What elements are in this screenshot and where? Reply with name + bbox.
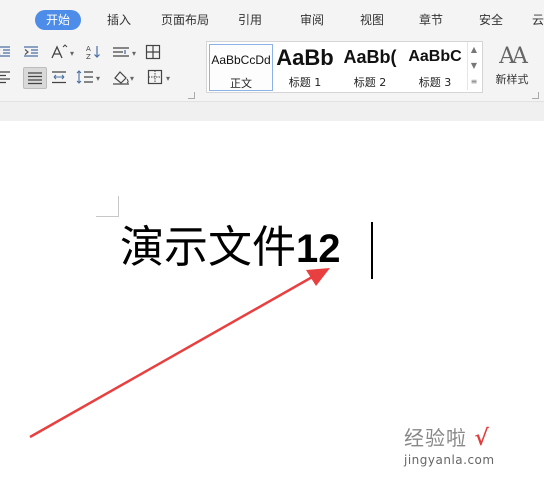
watermark-url: jingyanla.com <box>404 453 495 467</box>
arrow-head <box>306 268 330 286</box>
annotation-arrow <box>29 268 330 439</box>
arrow-shaft <box>29 274 315 439</box>
watermark-title-text: 经验啦 <box>404 426 467 450</box>
watermark: 经验啦 √ jingyanla.com <box>404 422 540 467</box>
check-icon: √ <box>474 425 490 451</box>
watermark-title: 经验啦 √ <box>404 422 540 451</box>
